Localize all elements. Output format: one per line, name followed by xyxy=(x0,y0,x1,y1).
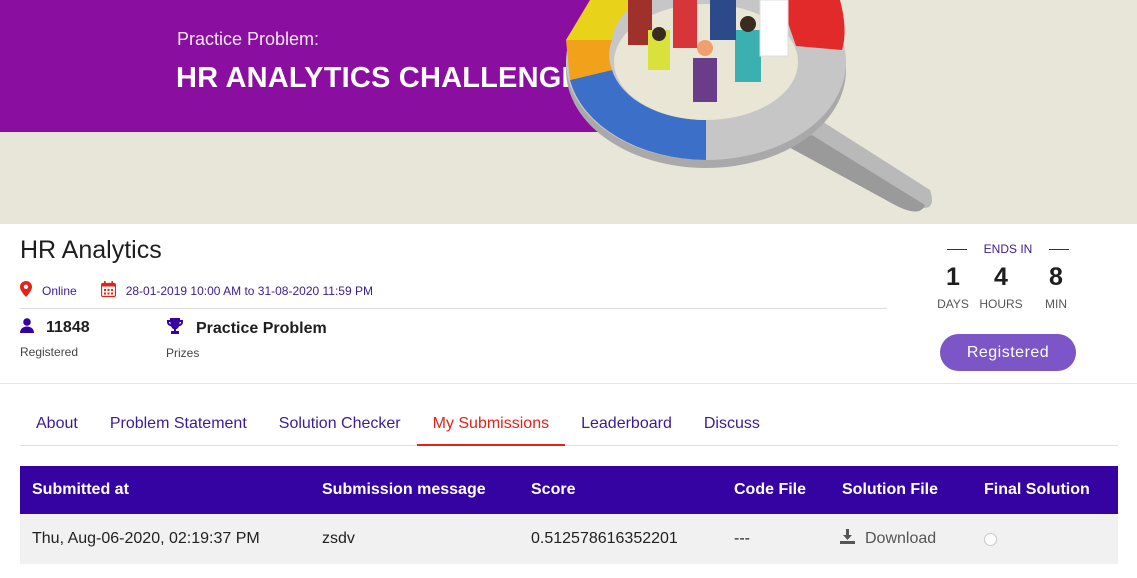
tab-solution-checker[interactable]: Solution Checker xyxy=(263,403,417,446)
event-location: Online xyxy=(42,283,77,298)
banner-subtitle: Practice Problem: xyxy=(177,29,320,49)
final-solution-cell xyxy=(984,514,997,564)
prize-label: Prizes xyxy=(166,346,200,360)
header-final-solution: Final Solution xyxy=(984,481,1090,498)
final-solution-radio[interactable] xyxy=(984,532,997,546)
registered-button[interactable]: Registered xyxy=(940,334,1076,371)
event-title: HR Analytics xyxy=(20,236,162,264)
countdown-hours: 4 HOURS xyxy=(979,263,1023,311)
hero-banner: Practice Problem: HR ANALYTICS CHALLENGE xyxy=(0,0,1137,224)
code-file-cell: --- xyxy=(734,530,750,547)
ends-in-label: ENDS IN xyxy=(947,242,1069,256)
score-cell: 0.512578616352201 xyxy=(531,530,678,547)
prize-stat: Practice Problem Prizes xyxy=(166,318,327,360)
info-divider xyxy=(20,308,887,309)
section-divider xyxy=(0,383,1137,384)
countdown-minutes: 8 MIN xyxy=(1045,263,1067,311)
table-header: Submitted at Submission message Score Co… xyxy=(20,466,1118,514)
tab-discuss[interactable]: Discuss xyxy=(688,403,776,446)
header-code-file: Code File xyxy=(734,481,807,498)
banner-title: HR ANALYTICS CHALLENGE xyxy=(176,62,582,94)
event-dates: 28-01-2019 10:00 AM to 31-08-2020 11:59 … xyxy=(125,283,373,298)
submitted-at-cell: Thu, Aug-06-2020, 02:19:37 PM xyxy=(32,530,260,547)
map-pin-icon xyxy=(20,281,32,300)
tab-my-submissions[interactable]: My Submissions xyxy=(416,403,566,446)
magnifier-people-illustration xyxy=(566,0,932,212)
solution-file-cell: Download xyxy=(840,514,936,564)
calendar-icon xyxy=(100,281,116,300)
header-submission-message: Submission message xyxy=(322,481,486,498)
download-label: Download xyxy=(865,530,937,547)
header-submitted-at: Submitted at xyxy=(32,481,129,498)
event-meta: Online 28-01-2019 10:00 AM to 31-08-2020… xyxy=(20,281,373,300)
registered-stat: 11848 Registered xyxy=(20,318,90,359)
tab-bar: About Problem Statement Solution Checker… xyxy=(20,403,1118,446)
table-row: Thu, Aug-06-2020, 02:19:37 PM zsdv 0.512… xyxy=(20,514,1118,564)
tab-about[interactable]: About xyxy=(20,403,94,446)
registered-count: 11848 xyxy=(46,319,90,336)
submissions-table: Submitted at Submission message Score Co… xyxy=(20,466,1118,564)
tab-leaderboard[interactable]: Leaderboard xyxy=(565,403,688,446)
download-link[interactable]: Download xyxy=(840,529,936,549)
header-score: Score xyxy=(531,481,576,498)
download-icon xyxy=(840,529,855,549)
prize-value: Practice Problem xyxy=(196,319,327,337)
registered-label: Registered xyxy=(20,345,79,359)
trophy-icon xyxy=(166,318,184,339)
tab-problem-statement[interactable]: Problem Statement xyxy=(94,403,263,446)
message-cell: zsdv xyxy=(322,530,355,547)
header-solution-file: Solution File xyxy=(842,481,938,498)
countdown-days: 1 DAYS xyxy=(937,263,969,311)
user-icon xyxy=(20,318,34,338)
